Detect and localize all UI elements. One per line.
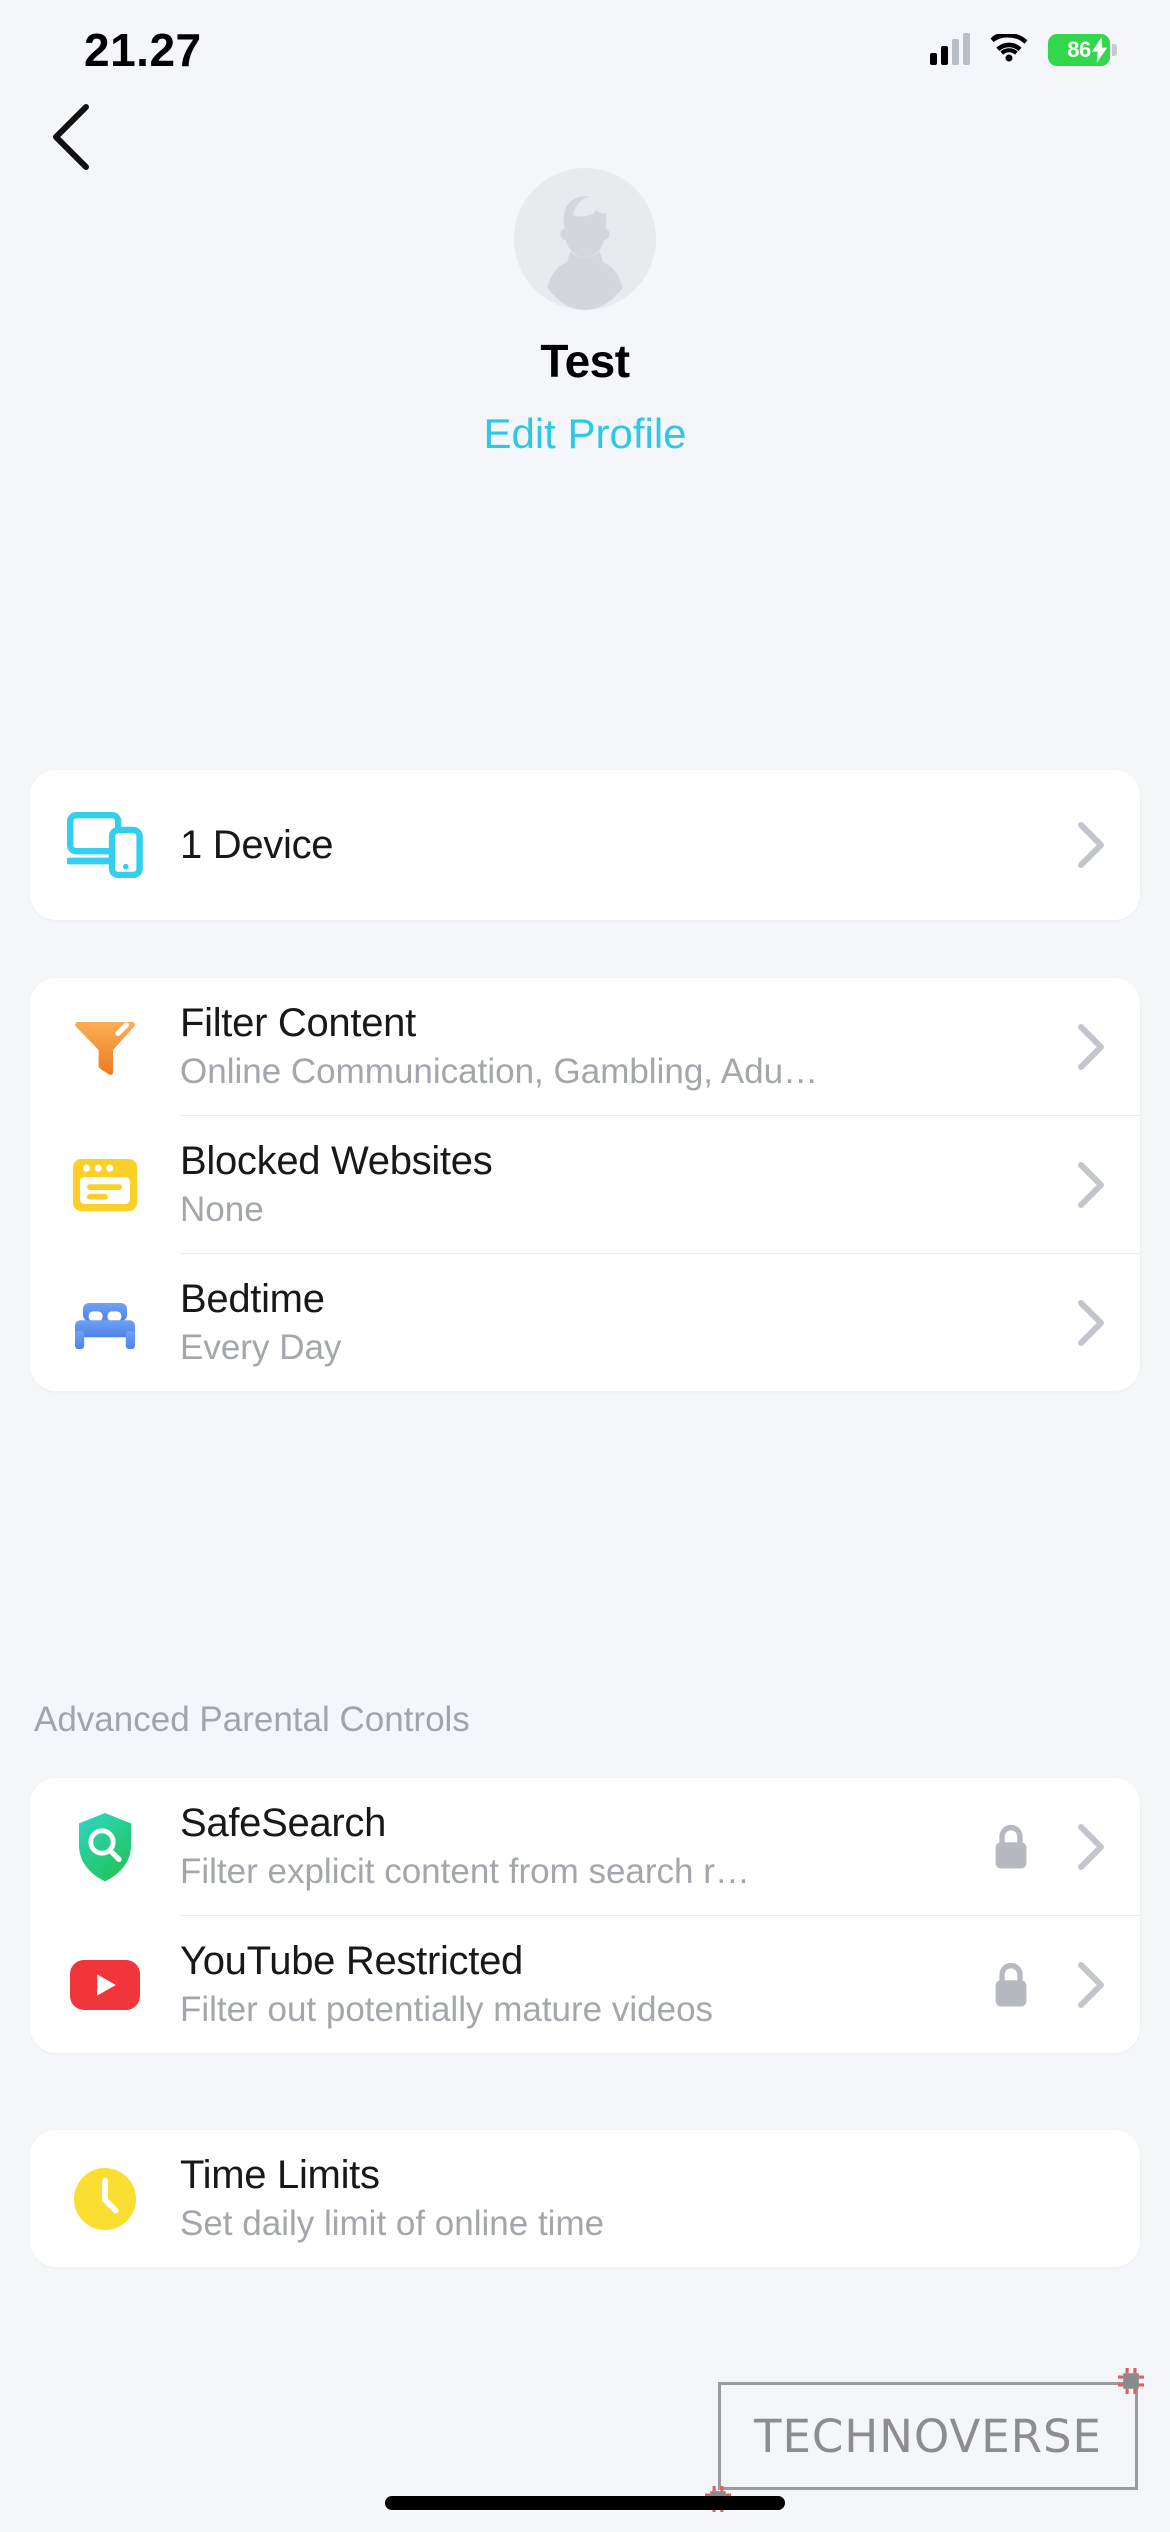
chevron-right-icon [1078,1299,1104,1346]
bedtime-title: Bedtime [180,1277,325,1321]
home-indicator [385,2496,785,2510]
chevron-right-icon [1078,1023,1104,1070]
watermark-label: TECHNOVERSE [754,2409,1102,2463]
back-button[interactable] [32,98,110,176]
profile-name: Test [540,335,630,387]
person-placeholder-avatar [514,168,656,310]
device-text: 1 Device [180,823,1058,868]
chevron-right-icon [1078,1161,1104,1208]
filter-content-title: Filter Content [180,1001,416,1045]
chevron-right-icon [1078,1961,1104,2008]
time-limits-title: Time Limits [180,2153,380,2197]
filters-card: Filter Content Online Communication, Gam… [30,978,1140,1391]
device-label: 1 Device [180,822,334,867]
battery-percent-label: 86 [1067,37,1091,62]
youtube-restricted-title: YouTube Restricted [180,1939,523,1983]
youtube-restricted-text: YouTube Restricted Filter out potentiall… [180,1939,990,2030]
filter-content-row[interactable]: Filter Content Online Communication, Gam… [30,978,1140,1115]
charging-bolt-icon [1092,37,1108,63]
time-limits-card: Time Limits Set daily limit of online ti… [30,2130,1140,2267]
safesearch-title: SafeSearch [180,1801,387,1845]
bedtime-row[interactable]: Bedtime Every Day [30,1254,1140,1391]
bed-icon [30,1293,180,1353]
technoverse-watermark: TECHNOVERSE [718,2382,1138,2490]
chevron-left-icon [53,104,89,170]
browser-window-icon [30,1153,180,1217]
chevron-right-icon [1078,1823,1104,1870]
safesearch-text: SafeSearch Filter explicit content from … [180,1801,990,1892]
youtube-icon [30,1958,180,2012]
blocked-websites-text: Blocked Websites None [180,1139,1058,1230]
time-limits-row[interactable]: Time Limits Set daily limit of online ti… [30,2130,1140,2267]
status-bar: 21.27 86 [0,0,1170,100]
chevron-right-icon [1078,822,1104,868]
bedtime-text: Bedtime Every Day [180,1277,1058,1368]
wifi-icon [990,34,1028,62]
blocked-websites-row[interactable]: Blocked Websites None [30,1116,1140,1253]
filter-content-subtitle: Online Communication, Gambling, Adu… [180,1052,819,1091]
lock-icon [995,1824,1027,1868]
blocked-websites-subtitle: None [180,1190,264,1229]
cellular-signal-icon [930,33,970,65]
lock-icon [995,1962,1027,2006]
time-limits-subtitle: Set daily limit of online time [180,2204,605,2243]
filter-content-text: Filter Content Online Communication, Gam… [180,1001,1058,1092]
youtube-restricted-row[interactable]: YouTube Restricted Filter out potentiall… [30,1916,1140,2053]
status-bar-indicators: 86 [930,33,1117,66]
devices-icon [30,812,180,878]
device-row[interactable]: 1 Device [30,770,1140,920]
advanced-controls-card: SafeSearch Filter explicit content from … [30,1778,1140,2053]
profile-header: Test Edit Profile [0,168,1170,458]
battery-indicator: 86 [1048,34,1117,66]
status-bar-time: 21.27 [84,24,202,76]
advanced-section-header: Advanced Parental Controls [34,1700,470,1739]
funnel-filter-icon [30,1011,180,1083]
time-limits-text: Time Limits Set daily limit of online ti… [180,2153,1106,2244]
shield-search-icon [30,1810,180,1884]
safesearch-row[interactable]: SafeSearch Filter explicit content from … [30,1778,1140,1915]
watermark-chip-icon [1118,2368,1144,2394]
clock-icon [30,2165,180,2233]
bedtime-subtitle: Every Day [180,1328,342,1367]
youtube-restricted-subtitle: Filter out potentially mature videos [180,1990,714,2029]
device-card: 1 Device [30,770,1140,920]
blocked-websites-title: Blocked Websites [180,1139,493,1183]
avatar[interactable] [514,168,656,310]
safesearch-subtitle: Filter explicit content from search r… [180,1852,750,1891]
edit-profile-link[interactable]: Edit Profile [0,410,1170,458]
